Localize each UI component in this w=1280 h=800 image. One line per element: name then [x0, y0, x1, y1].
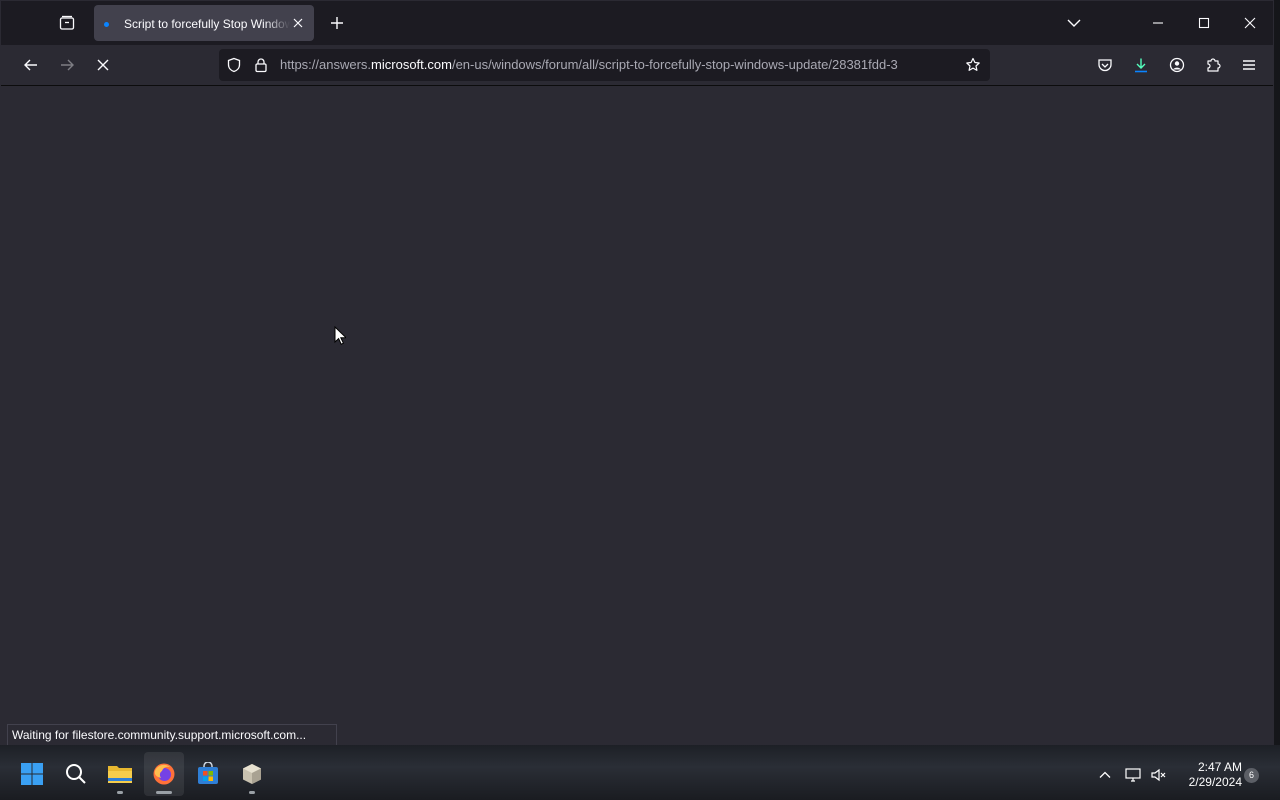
site-info-button[interactable]	[252, 57, 270, 73]
pocket-icon	[1098, 59, 1112, 72]
taskbar-search-button[interactable]	[56, 752, 96, 796]
notification-badge[interactable]: 6	[1244, 768, 1259, 783]
minimize-icon	[1153, 22, 1163, 24]
pocket-button[interactable]	[1093, 54, 1117, 76]
firefox-icon	[153, 763, 175, 785]
lock-icon	[255, 58, 267, 73]
back-button[interactable]	[19, 54, 43, 76]
account-icon	[1169, 57, 1185, 73]
hamburger-icon	[1243, 60, 1255, 70]
mouse-pointer-icon	[334, 326, 346, 345]
clock-date: 2/29/2024	[1188, 775, 1242, 789]
network-icon	[1125, 768, 1141, 782]
bookmark-button[interactable]	[964, 56, 982, 74]
close-icon	[1244, 17, 1256, 29]
plus-icon	[331, 17, 343, 29]
firefox-view-button[interactable]	[55, 12, 79, 34]
navigation-toolbar: https://answers.microsoft.com/en-us/wind…	[1, 45, 1273, 86]
chevron-down-icon	[1067, 19, 1081, 27]
system-clock[interactable]: 2:47 AM 2/29/2024	[1176, 760, 1242, 790]
store-icon	[198, 762, 218, 784]
file-explorer-icon	[108, 766, 132, 783]
url-prefix: https://answers.	[280, 57, 372, 72]
volume-button[interactable]	[1148, 760, 1168, 790]
tab-active[interactable]: Script to forcefully Stop Windows Update	[94, 5, 314, 41]
tracking-protection-button[interactable]	[225, 57, 243, 73]
close-icon	[293, 18, 303, 28]
running-indicator	[156, 791, 172, 794]
taskbar-package-app[interactable]	[232, 752, 272, 796]
downloads-button[interactable]	[1129, 54, 1153, 76]
loading-favicon-icon	[104, 22, 109, 27]
maximize-icon	[1198, 17, 1210, 29]
taskbar-file-explorer[interactable]	[100, 752, 140, 796]
clock-time: 2:47 AM	[1197, 760, 1242, 774]
stop-loading-button[interactable]	[91, 54, 115, 76]
firefox-view-icon	[59, 15, 75, 30]
account-button[interactable]	[1165, 54, 1189, 76]
maximize-button[interactable]	[1193, 12, 1215, 34]
running-indicator	[117, 791, 123, 794]
desktop-edge	[1274, 0, 1280, 745]
url-host: microsoft.com	[371, 57, 452, 72]
running-indicator	[249, 791, 255, 794]
tab-title: Script to forcefully Stop Windows Update	[124, 17, 290, 31]
tab-close-button[interactable]	[290, 15, 306, 31]
network-button[interactable]	[1123, 760, 1143, 790]
shield-icon	[227, 57, 241, 73]
volume-muted-icon	[1151, 768, 1166, 782]
minimize-button[interactable]	[1147, 12, 1169, 34]
extensions-button[interactable]	[1201, 54, 1225, 76]
download-icon	[1135, 58, 1147, 73]
close-window-button[interactable]	[1239, 12, 1261, 34]
address-bar[interactable]: https://answers.microsoft.com/en-us/wind…	[219, 49, 990, 81]
chevron-up-icon	[1099, 771, 1111, 778]
status-panel: Waiting for filestore.community.support.…	[7, 724, 337, 746]
taskbar-firefox[interactable]	[144, 752, 184, 796]
app-menu-button[interactable]	[1237, 54, 1261, 76]
tab-strip: Script to forcefully Stop Windows Update	[1, 1, 1273, 45]
forward-button[interactable]	[55, 54, 79, 76]
list-all-tabs-button[interactable]	[1063, 12, 1085, 34]
arrow-right-icon	[61, 59, 74, 71]
windows-start-icon	[21, 763, 43, 785]
search-icon	[66, 764, 86, 784]
page-content[interactable]	[1, 86, 1273, 744]
taskbar-store[interactable]	[188, 752, 228, 796]
url-path: /en-us/windows/forum/all/script-to-force…	[451, 57, 898, 72]
puzzle-icon	[1207, 58, 1221, 72]
package-icon	[243, 764, 261, 784]
show-hidden-icons-button[interactable]	[1096, 760, 1114, 790]
new-tab-button[interactable]	[326, 12, 348, 34]
star-icon	[966, 57, 980, 71]
start-button[interactable]	[12, 752, 52, 796]
stop-x-icon	[97, 59, 109, 71]
browser-window: Script to forcefully Stop Windows Update	[0, 0, 1274, 746]
arrow-left-icon	[24, 59, 37, 71]
url-text[interactable]: https://answers.microsoft.com/en-us/wind…	[280, 57, 956, 73]
